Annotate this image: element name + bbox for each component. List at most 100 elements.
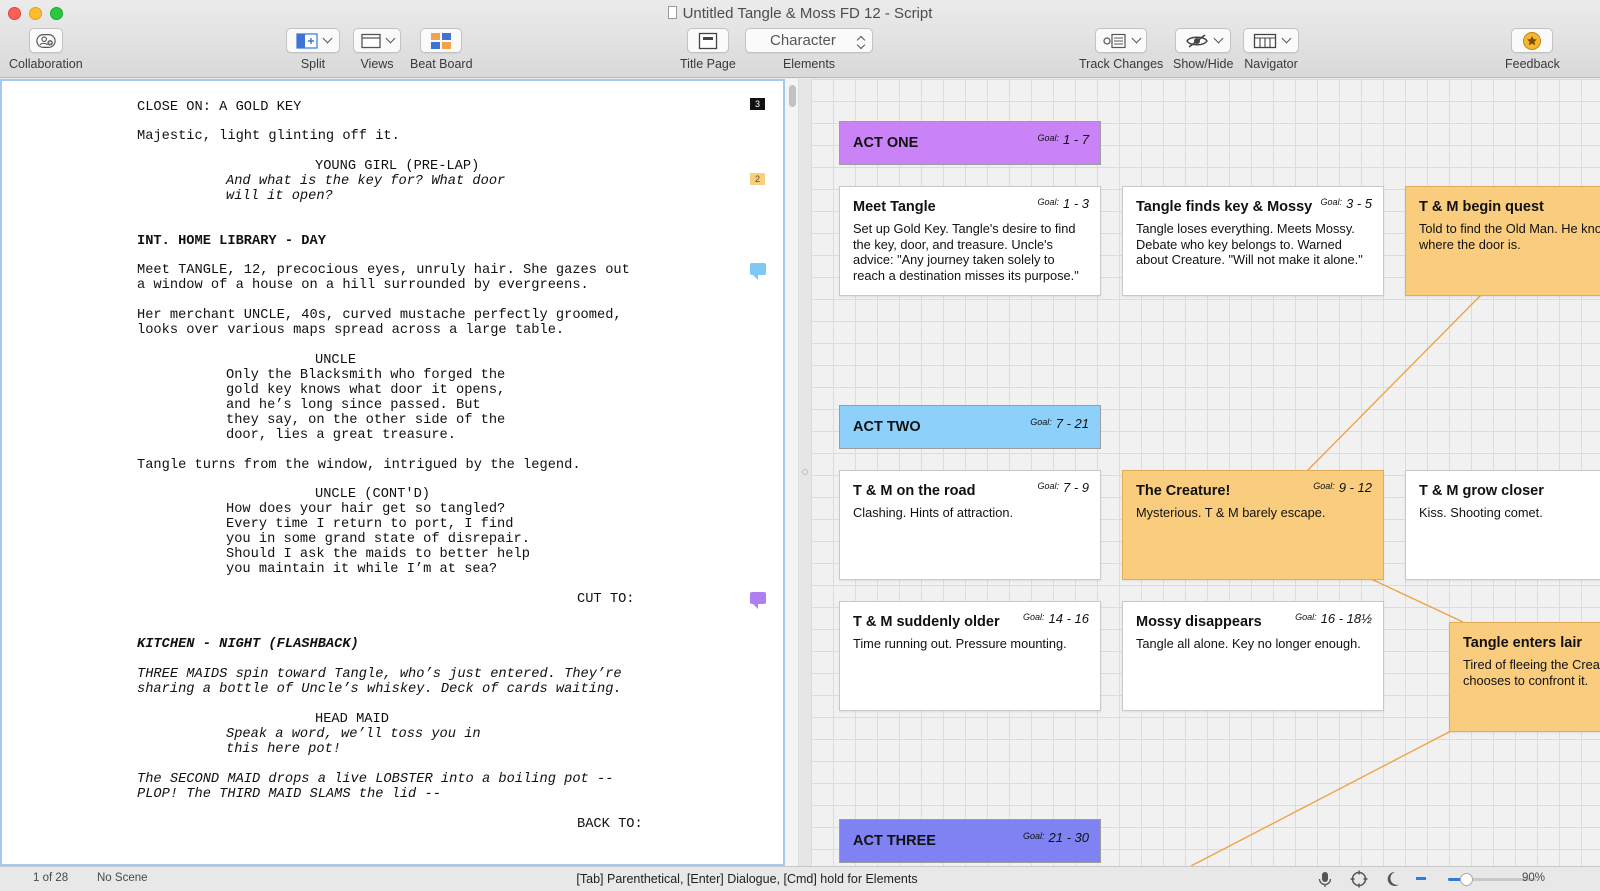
script-line[interactable]: YOUNG GIRL (PRE-LAP) xyxy=(315,159,479,174)
note-icon[interactable] xyxy=(750,263,766,280)
beat-card[interactable]: The Creature! Goal: 9 - 12 Mysterious. T & … xyxy=(1122,470,1384,580)
script-line[interactable]: The SECOND MAID drops a live LOBSTER int… xyxy=(137,772,613,787)
script-line[interactable]: Majestic, light glinting off it. xyxy=(137,129,400,144)
views-icon xyxy=(360,33,381,48)
script-line[interactable]: looks over various maps spread across a … xyxy=(137,323,564,338)
title-page-label: Title Page xyxy=(680,57,736,71)
elements-label: Elements xyxy=(782,57,836,71)
act-header[interactable]: ACT ONE Goal: 1 - 7 xyxy=(839,121,1101,165)
script-line[interactable]: Meet TANGLE, 12, precocious eyes, unruly… xyxy=(137,263,630,278)
script-line[interactable]: will it open? xyxy=(226,189,333,204)
show-hide-button[interactable] xyxy=(1175,28,1232,53)
split-button[interactable] xyxy=(286,28,340,53)
split-divider[interactable] xyxy=(799,79,811,866)
script-line[interactable]: and he’s long since passed. But xyxy=(226,398,481,413)
goal-value: 14 - 16 xyxy=(1048,611,1089,626)
script-line[interactable]: Every time I return to port, I find xyxy=(226,517,513,532)
script-line[interactable]: Speak a word, we’ll toss you in xyxy=(226,727,481,742)
beat-card[interactable]: Tangle finds key & Mossy Goal: 3 - 5 Tangle… xyxy=(1122,186,1384,296)
script-line[interactable]: PLOP! The THIRD MAID SLAMS the lid -- xyxy=(137,787,441,802)
beat-board-tool: Beat Board xyxy=(410,28,473,71)
beat-card[interactable]: Meet Tangle Goal: 1 - 3 Set up Gold Key. Ta… xyxy=(839,186,1101,296)
feedback-button[interactable] xyxy=(1511,28,1554,53)
goal-label: Goal: xyxy=(1320,197,1342,207)
script-line[interactable]: Her merchant UNCLE, 40s, curved mustache… xyxy=(137,308,622,323)
beat-card[interactable]: T & M on the road Goal: 7 - 9 Clashing. Hin… xyxy=(839,470,1101,580)
up-down-arrows-icon xyxy=(856,34,866,49)
focus-target-icon[interactable] xyxy=(1350,870,1368,888)
window-title: Untitled Tangle & Moss FD 12 - Script xyxy=(0,5,1600,22)
navigator-button[interactable] xyxy=(1243,28,1299,53)
script-line[interactable]: INT. HOME LIBRARY - DAY xyxy=(137,234,326,249)
script-line[interactable]: gold key knows what door it opens, xyxy=(226,383,505,398)
scrollbar-thumb[interactable] xyxy=(789,85,796,107)
show-hide-tool: Show/Hide xyxy=(1173,28,1233,71)
beat-card[interactable]: T & M grow closer Kiss. Shooting comet. xyxy=(1405,470,1600,580)
revision-marker[interactable]: 2 xyxy=(750,173,765,185)
script-editor[interactable]: CLOSE ON: A GOLD KEY Majestic, light glin… xyxy=(0,79,785,866)
collaboration-button[interactable] xyxy=(28,28,63,53)
views-button[interactable] xyxy=(353,28,401,53)
star-icon xyxy=(1523,31,1542,50)
title-page-button[interactable] xyxy=(686,28,729,53)
elements-tool: Character Elements xyxy=(745,28,873,71)
beat-card[interactable]: T & M begin quest Told to find the Old Ma… xyxy=(1405,186,1600,296)
script-line[interactable]: KITCHEN - NIGHT (FLASHBACK) xyxy=(137,637,359,652)
beat-board[interactable]: ACT ONE Goal: 1 - 7 ACT TWO Goal: 7 - 21 ACT T… xyxy=(811,79,1600,866)
goal-label: Goal: xyxy=(1037,197,1059,207)
script-line[interactable]: Only the Blacksmith who forged the xyxy=(226,368,505,383)
feedback-label: Feedback xyxy=(1505,57,1560,71)
chevron-down-icon xyxy=(1213,33,1224,44)
script-line[interactable]: sharing a bottle of Uncle’s whiskey. Dec… xyxy=(137,682,622,697)
script-line[interactable]: THREE MAIDS spin toward Tangle, who’s ju… xyxy=(137,667,622,682)
beat-card[interactable]: T & M suddenly older Goal: 14 - 16 Time run… xyxy=(839,601,1101,711)
script-line[interactable]: you in some grand state of disrepair. xyxy=(226,532,530,547)
beat-card-body: Tired of fleeing the Creature, she choos… xyxy=(1463,657,1600,688)
act-header[interactable]: ACT THREE Goal: 21 - 30 xyxy=(839,819,1101,863)
script-line[interactable]: you maintain it while I’m at sea? xyxy=(226,562,497,577)
views-label: Views xyxy=(360,57,394,71)
script-line[interactable]: HEAD MAID xyxy=(315,712,389,727)
navigator-icon xyxy=(1253,33,1276,48)
script-line[interactable]: How does your hair get so tangled? xyxy=(226,502,505,517)
collaboration-icon xyxy=(36,33,56,48)
divider-handle[interactable] xyxy=(802,469,808,475)
navigator-tool: Navigator xyxy=(1243,28,1299,71)
act-title: ACT THREE xyxy=(853,833,936,849)
script-line[interactable]: CLOSE ON: A GOLD KEY xyxy=(137,100,301,115)
beat-card-body: Kiss. Shooting comet. xyxy=(1419,505,1543,520)
chevron-down-icon xyxy=(385,33,395,44)
elements-select[interactable]: Character xyxy=(745,28,873,53)
script-line[interactable]: they say, on the other side of the xyxy=(226,413,505,428)
beat-card-body: Mysterious. T & M barely escape. xyxy=(1136,505,1326,520)
title-page-icon xyxy=(698,32,718,49)
zoom-level: 90% xyxy=(1522,872,1546,884)
split-label: Split xyxy=(300,57,326,71)
collaboration-tool: Collaboration xyxy=(9,28,83,71)
goal-value: 7 - 21 xyxy=(1055,416,1089,431)
script-line[interactable]: a window of a house on a hill surrounded… xyxy=(137,278,589,293)
script-line[interactable]: UNCLE (CONT'D) xyxy=(315,487,430,502)
script-line[interactable]: this here pot! xyxy=(226,742,341,757)
zoom-out-icon[interactable] xyxy=(1416,877,1426,882)
note-icon[interactable] xyxy=(750,592,766,609)
microphone-icon[interactable] xyxy=(1318,871,1332,888)
moon-icon[interactable] xyxy=(1386,871,1400,887)
zoom-slider-knob[interactable] xyxy=(1459,873,1473,886)
script-scrollbar[interactable] xyxy=(785,79,799,866)
script-line[interactable]: Tangle turns from the window, intrigued … xyxy=(137,458,581,473)
script-line[interactable]: Should I ask the maids to better help xyxy=(226,547,530,562)
script-line[interactable]: UNCLE xyxy=(315,353,356,368)
script-line[interactable]: door, lies a great treasure. xyxy=(226,428,456,443)
beat-card[interactable]: Mossy disappears Goal: 16 - 18½ Tangle all … xyxy=(1122,601,1384,711)
script-line[interactable]: CUT TO: xyxy=(577,592,635,607)
document-icon xyxy=(667,6,677,19)
act-header[interactable]: ACT TWO Goal: 7 - 21 xyxy=(839,405,1101,449)
beat-board-button[interactable] xyxy=(420,28,463,53)
beat-card[interactable]: Tangle enters lair Tired of fleeing the C… xyxy=(1449,622,1600,732)
script-line[interactable]: BACK TO: xyxy=(577,817,643,832)
script-line[interactable]: And what is the key for? What door xyxy=(226,174,505,189)
goal-range: Goal: 14 - 16 xyxy=(1023,611,1089,626)
revision-marker[interactable]: 3 xyxy=(750,98,765,110)
track-changes-button[interactable] xyxy=(1095,28,1148,53)
